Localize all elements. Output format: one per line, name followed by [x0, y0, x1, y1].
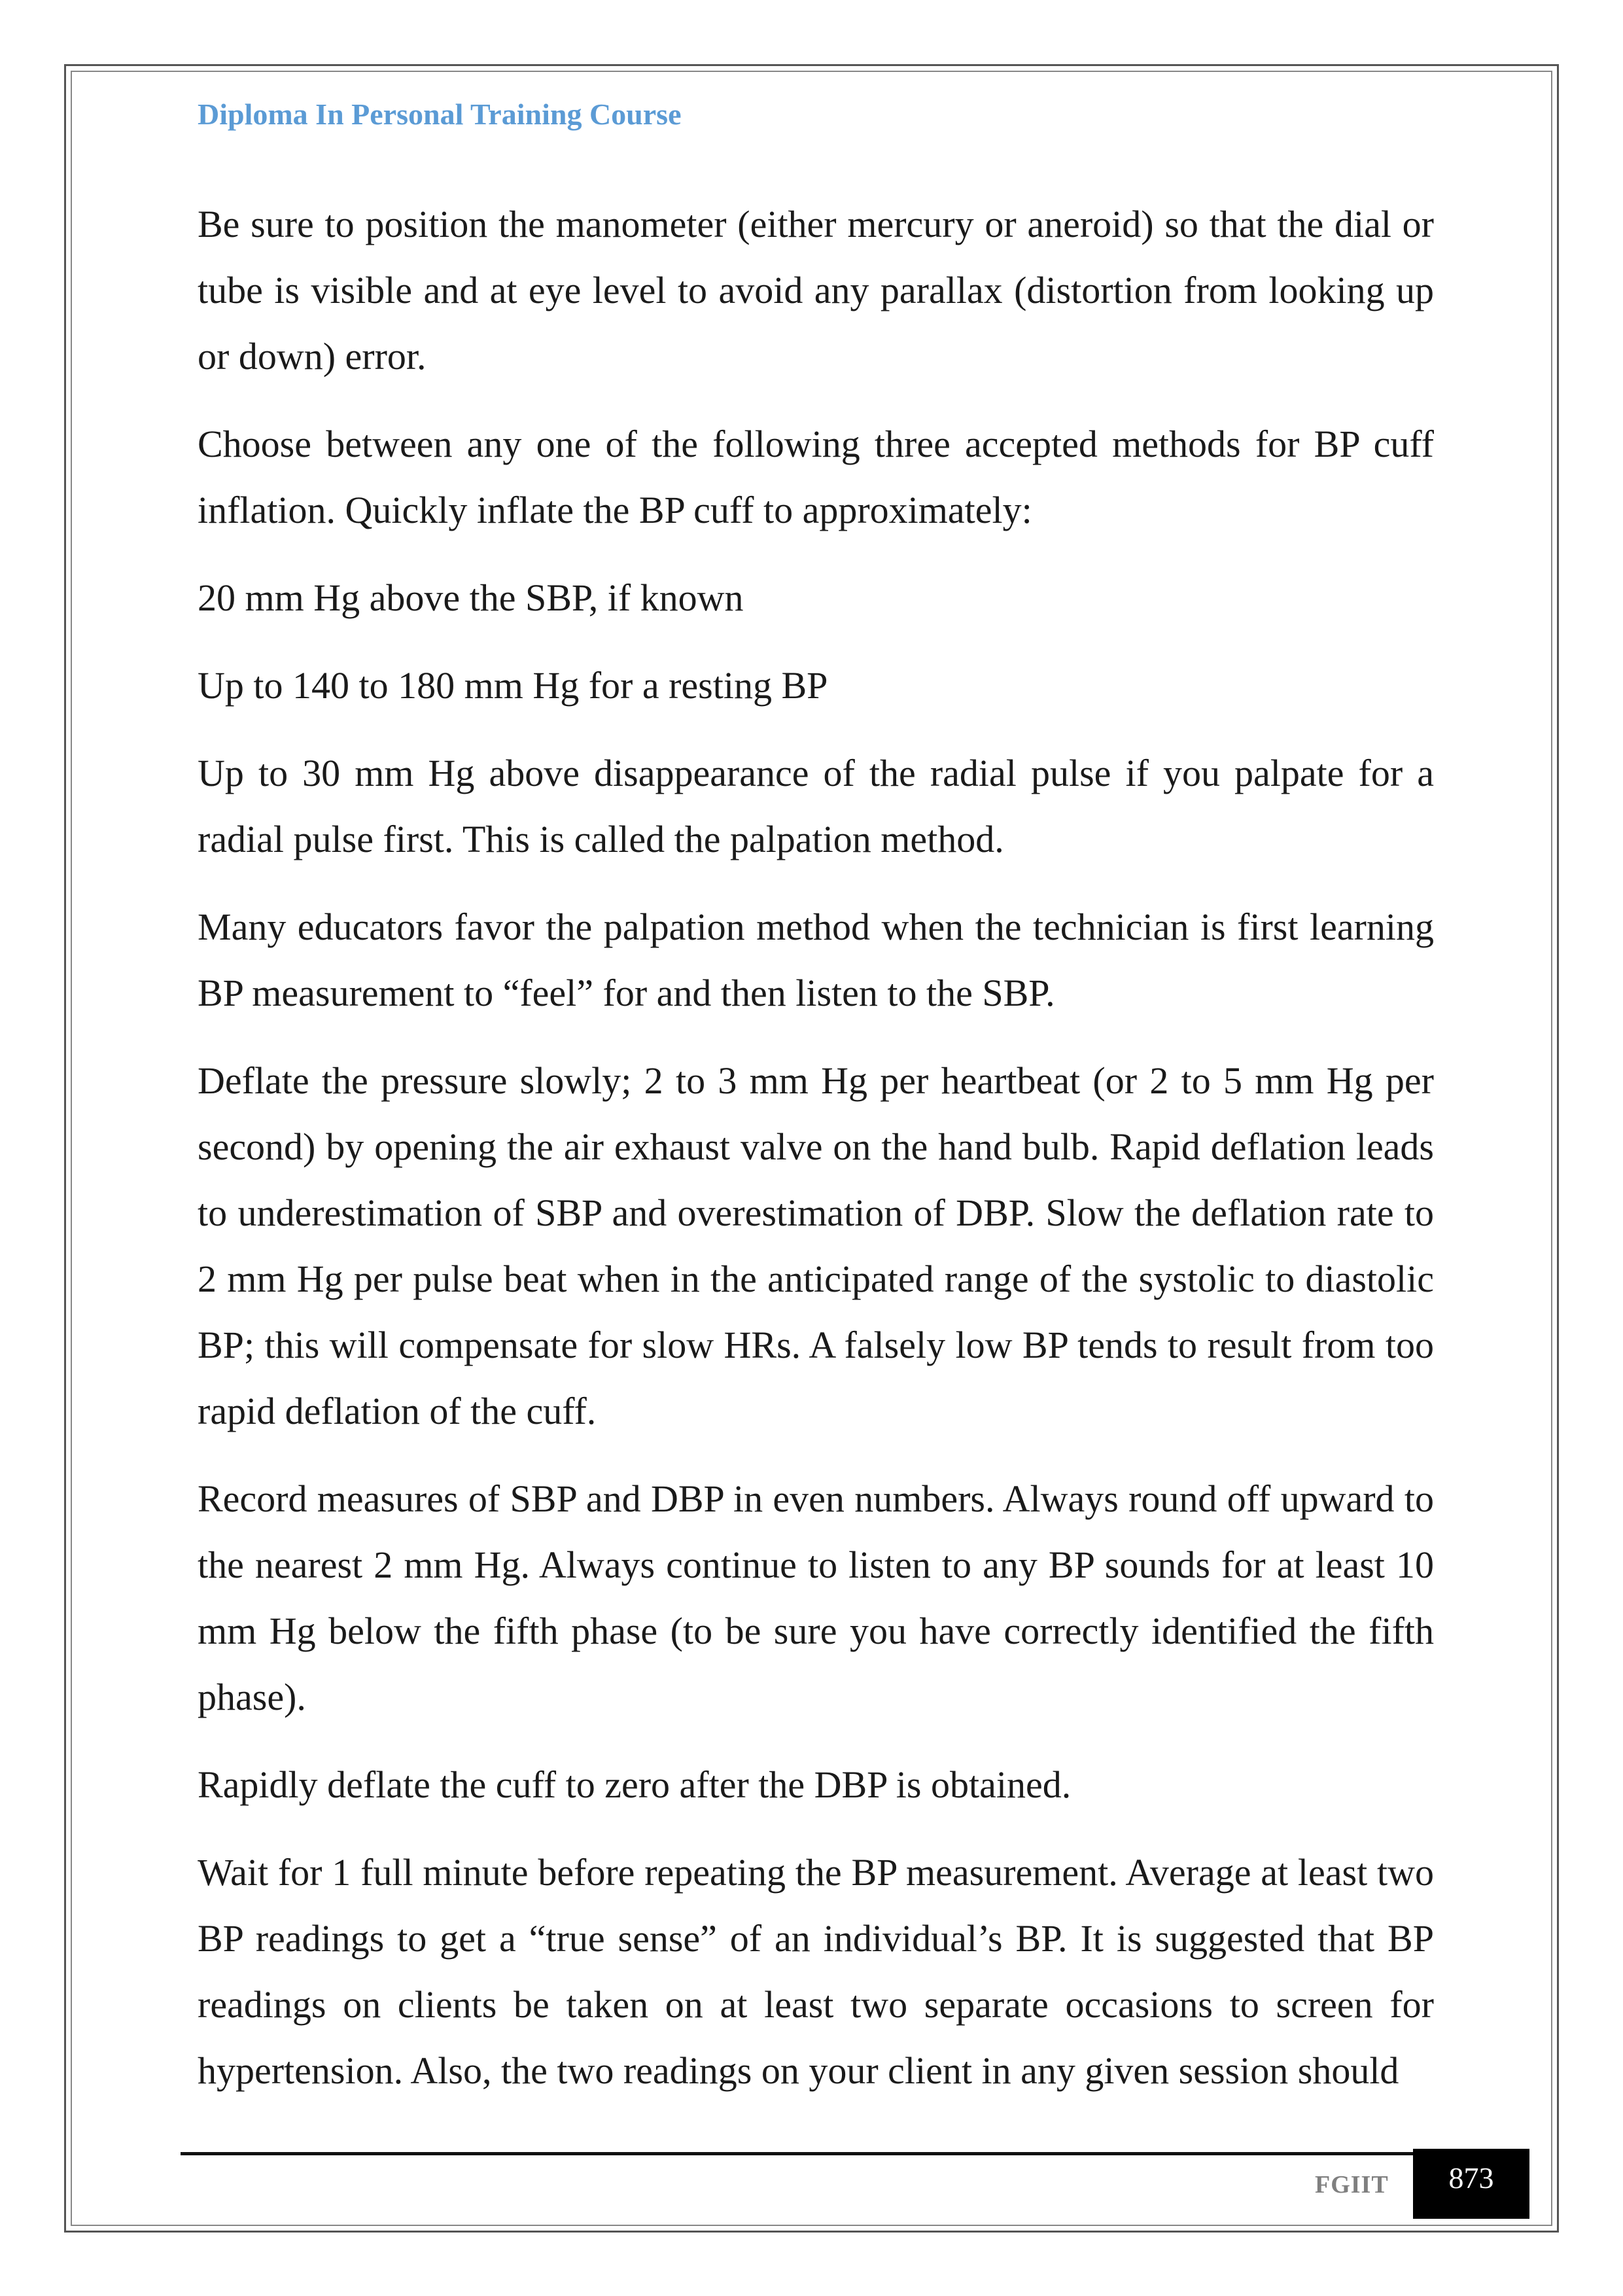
body-content: Be sure to position the manometer (eithe… [198, 191, 1434, 2125]
paragraph-rapid-deflate: Rapidly deflate the cuff to zero after t… [198, 1763, 1072, 1806]
paragraph-wait-repeat: Wait for 1 full minute before repeating … [198, 1851, 1434, 2092]
paragraph-deflate-slowly: Deflate the pressure slowly; 2 to 3 mm H… [198, 1059, 1434, 1432]
paragraph-method-resting-bp: Up to 140 to 180 mm Hg for a resting BP [198, 664, 828, 707]
paragraph-educators-palpation: Many educators favor the palpation metho… [198, 906, 1434, 1014]
paragraph-method-palpation: Up to 30 mm Hg above disappearance of th… [198, 752, 1434, 860]
running-header: Diploma In Personal Training Course [198, 97, 682, 131]
paragraph-cuff-inflation-methods: Choose between any one of the following … [198, 423, 1434, 531]
paragraph-manometer-position: Be sure to position the manometer (eithe… [198, 203, 1434, 378]
footer-rule [181, 2152, 1529, 2155]
paragraph-method-known-sbp: 20 mm Hg above the SBP, if known [198, 576, 744, 619]
footer-organization: FGIIT [1315, 2171, 1389, 2199]
page-number: 873 [1413, 2149, 1529, 2219]
paragraph-record-measures: Record measures of SBP and DBP in even n… [198, 1477, 1434, 1718]
